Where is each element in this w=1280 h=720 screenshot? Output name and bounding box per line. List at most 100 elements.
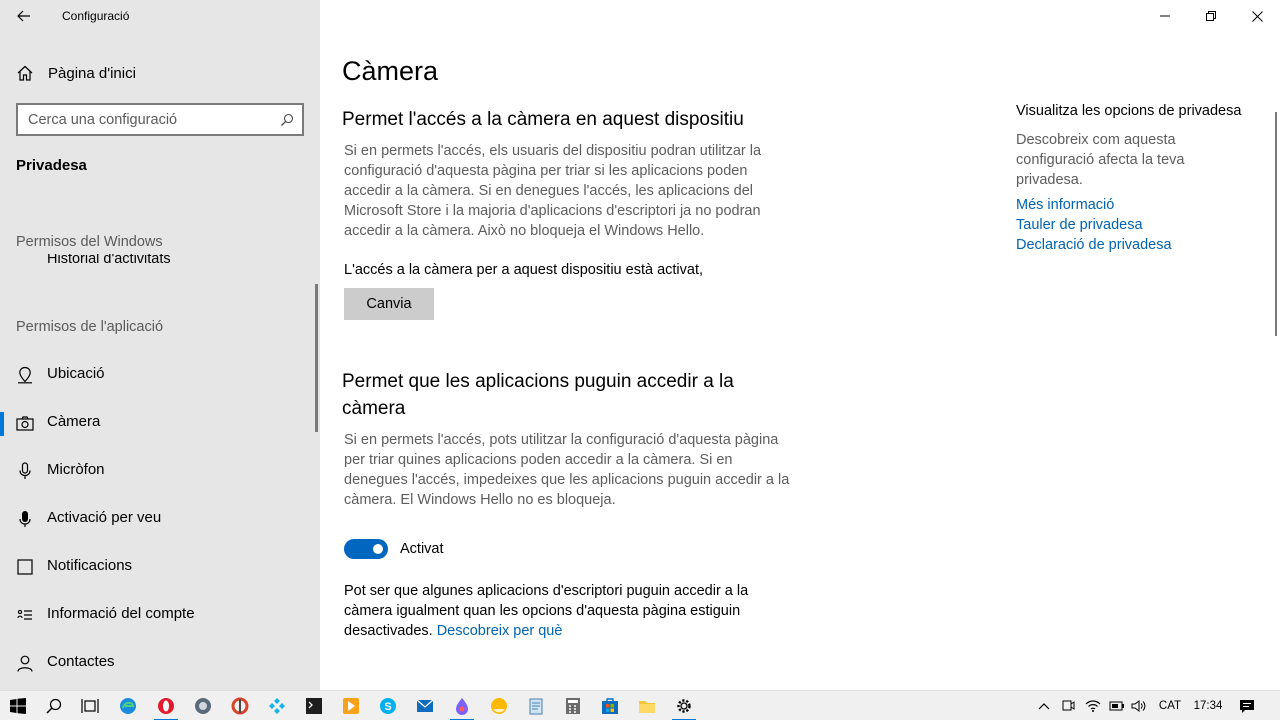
page-title: Càmera bbox=[342, 56, 439, 86]
change-button[interactable]: Canvia bbox=[344, 288, 434, 320]
taskbar-app-mail[interactable] bbox=[407, 691, 443, 720]
restore-icon bbox=[1206, 11, 1216, 21]
search-input[interactable] bbox=[18, 111, 268, 128]
sidebar-item-microphone[interactable]: Micròfon bbox=[0, 450, 316, 490]
sidebar-scrollbar[interactable] bbox=[315, 284, 318, 432]
clock-time: 17:34 bbox=[1193, 700, 1223, 712]
taskbar-app-paint[interactable] bbox=[444, 691, 480, 720]
taskbar-app-opera[interactable] bbox=[148, 691, 184, 720]
taskbar-app-photos[interactable] bbox=[481, 691, 517, 720]
more-info-link[interactable]: Més informació bbox=[1016, 197, 1114, 213]
sidebar-item-label: Ubicació bbox=[47, 365, 105, 382]
taskbar-app-steam[interactable] bbox=[185, 691, 221, 720]
sidebar-item-notifications[interactable]: Notificacions bbox=[0, 546, 316, 586]
action-center-button[interactable] bbox=[1234, 691, 1260, 720]
battery-icon bbox=[1109, 701, 1124, 711]
close-button[interactable] bbox=[1234, 0, 1280, 32]
sidebar-item-label: Micròfon bbox=[47, 461, 105, 478]
learn-why-link[interactable]: Descobreix per què bbox=[437, 623, 563, 639]
tray-battery[interactable] bbox=[1106, 691, 1128, 720]
paint-icon bbox=[456, 698, 468, 715]
taskbar-search-button[interactable] bbox=[36, 691, 72, 720]
show-hidden-icons-button[interactable] bbox=[1034, 691, 1054, 720]
tray-clock[interactable]: 17:34 bbox=[1188, 691, 1228, 720]
wifi-icon bbox=[1085, 700, 1101, 712]
app-access-heading: Permet que les aplicacions puguin accedi… bbox=[342, 371, 734, 419]
back-button[interactable] bbox=[0, 0, 48, 32]
app-permissions-label: Permisos de l'aplicació bbox=[16, 319, 164, 335]
task-view-button[interactable] bbox=[72, 691, 108, 720]
notepad-icon bbox=[529, 698, 543, 715]
main-scrollbar[interactable] bbox=[1275, 112, 1277, 336]
sidebar-item-label: Càmera bbox=[47, 413, 101, 430]
back-arrow-icon bbox=[17, 10, 30, 22]
kodi-icon bbox=[269, 698, 285, 714]
calculator-icon bbox=[566, 698, 580, 714]
sidebar-item-camera[interactable]: Càmera bbox=[0, 402, 316, 442]
taskbar-app-skype[interactable]: S bbox=[370, 691, 406, 720]
minimize-button[interactable] bbox=[1142, 0, 1188, 32]
sidebar-item-voice-activation[interactable]: Activació per veu bbox=[0, 498, 316, 538]
edge-icon bbox=[120, 698, 136, 714]
voice-activation-icon bbox=[16, 510, 34, 528]
taskbar-app-terminal[interactable] bbox=[296, 691, 332, 720]
privacy-options-title: Visualitza les opcions de privadesa bbox=[1016, 103, 1242, 119]
taskbar-app-file-explorer[interactable] bbox=[629, 691, 665, 720]
tray-meet-now[interactable] bbox=[1058, 691, 1078, 720]
sidebar-item-location[interactable]: Ubicació bbox=[0, 354, 316, 394]
home-icon bbox=[17, 65, 33, 81]
contacts-icon bbox=[16, 654, 34, 672]
taskbar-app-settings[interactable] bbox=[666, 691, 702, 720]
device-access-description: Si en permets l'accés, els usuaris del d… bbox=[344, 143, 762, 239]
chevron-up-icon bbox=[1038, 703, 1050, 710]
start-icon bbox=[10, 698, 26, 714]
home-label: Pàgina d'inici bbox=[48, 64, 136, 82]
store-icon bbox=[602, 698, 618, 714]
minimize-icon bbox=[1160, 15, 1170, 17]
windows-permissions-label: Permisos del Windows bbox=[16, 234, 163, 250]
privacy-statement-link[interactable]: Declaració de privadesa bbox=[1016, 237, 1172, 253]
home-link[interactable]: Pàgina d'inici bbox=[16, 60, 136, 86]
privacy-options-description: Descobreix com aquesta configuració afec… bbox=[1016, 132, 1185, 188]
skype-icon: S bbox=[380, 698, 396, 714]
opera-icon bbox=[158, 698, 174, 714]
ccleaner-icon bbox=[231, 697, 249, 715]
notifications-icon bbox=[16, 558, 34, 576]
taskbar-app-edge[interactable] bbox=[110, 691, 146, 720]
taskbar-app-ccleaner[interactable] bbox=[222, 691, 258, 720]
taskbar-app-notepad[interactable] bbox=[518, 691, 554, 720]
tray-language[interactable]: CAT bbox=[1154, 691, 1186, 720]
task-view-icon bbox=[81, 699, 99, 713]
start-button[interactable] bbox=[0, 691, 36, 720]
location-icon bbox=[16, 366, 34, 384]
desktop-apps-note: Pot ser que algunes aplicacions d'escrip… bbox=[344, 581, 784, 641]
taskbar-app-kodi[interactable] bbox=[259, 691, 295, 720]
section-title: Privadesa bbox=[16, 157, 87, 174]
search-icon[interactable] bbox=[280, 113, 294, 127]
sidebar-item-label: Contactes bbox=[47, 653, 115, 670]
search-icon bbox=[46, 698, 62, 714]
device-access-heading: Permet l'accés a la càmera en aquest dis… bbox=[342, 109, 744, 130]
privacy-dashboard-link[interactable]: Tauler de privadesa bbox=[1016, 217, 1143, 233]
sidebar-item-activity-history[interactable]: Historial d'activitats bbox=[47, 254, 171, 270]
camera-icon bbox=[16, 414, 34, 432]
tray-network[interactable] bbox=[1082, 691, 1104, 720]
taskbar-app-store[interactable] bbox=[592, 691, 628, 720]
app-access-toggle[interactable] bbox=[344, 539, 388, 559]
taskbar-app-calculator[interactable] bbox=[555, 691, 591, 720]
sidebar-item-label: Notificacions bbox=[47, 557, 133, 574]
search-box[interactable] bbox=[16, 103, 304, 136]
steam-icon bbox=[195, 698, 211, 714]
device-access-status: L'accés a la càmera per a aquest disposi… bbox=[344, 262, 704, 278]
volume-icon bbox=[1131, 700, 1146, 712]
media-player-icon bbox=[343, 698, 359, 714]
restore-button[interactable] bbox=[1188, 0, 1234, 32]
sidebar-item-account-info[interactable]: Informació del compte bbox=[0, 594, 316, 634]
tray-volume[interactable] bbox=[1128, 691, 1150, 720]
taskbar: S CAT 17:34 bbox=[0, 690, 1280, 720]
account-info-icon bbox=[16, 606, 34, 624]
sidebar-item-contacts[interactable]: Contactes bbox=[0, 642, 316, 682]
taskbar-app-media-player[interactable] bbox=[333, 691, 369, 720]
terminal-icon bbox=[306, 698, 322, 714]
sidebar-item-label: Activació per veu bbox=[47, 509, 162, 526]
